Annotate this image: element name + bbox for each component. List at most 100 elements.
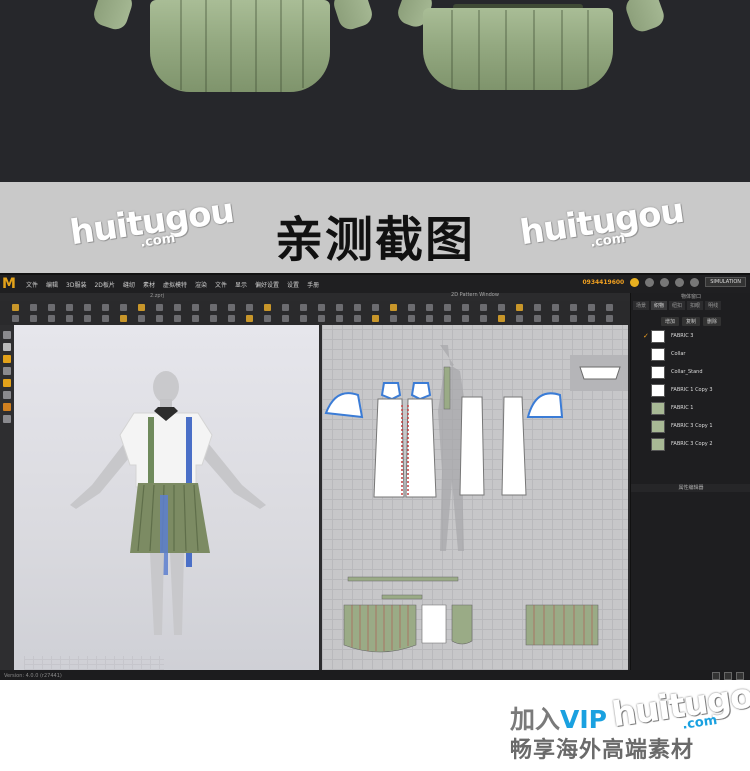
toolbar-tool-icon[interactable]: [156, 315, 163, 322]
toolbar-tool-icon[interactable]: [588, 315, 595, 322]
toolbar-tool-icon[interactable]: [156, 304, 163, 311]
toolbar-tool-icon[interactable]: [606, 315, 613, 322]
tab-scene[interactable]: 场景: [633, 301, 650, 310]
menu-render[interactable]: 渲染: [195, 280, 207, 289]
fabric-list-item[interactable]: FABRIC 1: [631, 399, 750, 417]
toolbar-tool-icon[interactable]: [570, 315, 577, 322]
toolbar-tool-icon[interactable]: [354, 304, 361, 311]
toolbar-tool-icon[interactable]: [12, 304, 19, 311]
menu-materials[interactable]: 素材: [143, 280, 155, 289]
toolbar-tool-icon[interactable]: [426, 304, 433, 311]
toolbar-tool-icon[interactable]: [444, 304, 451, 311]
3d-viewport[interactable]: [14, 325, 319, 670]
toolbar-tool-icon[interactable]: [372, 315, 379, 322]
toolbar-tool-icon[interactable]: [120, 304, 127, 311]
tab-fabric[interactable]: 织物: [651, 301, 668, 310]
menu-2d-pattern[interactable]: 2D板片: [94, 280, 114, 289]
simulation-button[interactable]: SIMULATION: [705, 277, 746, 287]
toolbar-tool-icon[interactable]: [516, 315, 523, 322]
menu-avatar[interactable]: 虚拟模特: [163, 280, 187, 289]
menu-settings[interactable]: 设置: [287, 280, 299, 289]
menu-file[interactable]: 文件: [26, 280, 38, 289]
tool-icon-8[interactable]: [3, 415, 11, 423]
toolbar-tool-icon[interactable]: [390, 304, 397, 311]
fabric-list-item[interactable]: FABRIC 3 Copy 1: [631, 417, 750, 435]
toolbar-tool-icon[interactable]: [102, 304, 109, 311]
tab-button[interactable]: 纽扣: [669, 301, 686, 310]
gear-icon[interactable]: [690, 277, 700, 287]
tool-icon-4[interactable]: [3, 367, 11, 375]
toolbar-tool-icon[interactable]: [390, 315, 397, 322]
tool-icon-2[interactable]: [3, 343, 11, 351]
menu-preferences[interactable]: 偏好设置: [255, 280, 279, 289]
toolbar-tool-icon[interactable]: [138, 315, 145, 322]
toolbar-tool-icon[interactable]: [66, 304, 73, 311]
toolbar-tool-icon[interactable]: [462, 304, 469, 311]
delete-fabric-button[interactable]: 删除: [703, 317, 722, 326]
menu-3d-garment[interactable]: 3D服装: [66, 280, 86, 289]
add-fabric-button[interactable]: 增加: [661, 317, 680, 326]
toolbar-tool-icon[interactable]: [66, 315, 73, 322]
toolbar-tool-icon[interactable]: [12, 315, 19, 322]
toolbar-tool-icon[interactable]: [138, 304, 145, 311]
toolbar-tool-icon[interactable]: [228, 315, 235, 322]
tool-icon-3[interactable]: [3, 355, 11, 363]
toolbar-tool-icon[interactable]: [480, 304, 487, 311]
menu-edit[interactable]: 编辑: [46, 280, 58, 289]
copy-fabric-button[interactable]: 复制: [682, 317, 701, 326]
toolbar-tool-icon[interactable]: [480, 315, 487, 322]
toolbar-tool-icon[interactable]: [282, 315, 289, 322]
toolbar-tool-icon[interactable]: [246, 304, 253, 311]
toolbar-tool-icon[interactable]: [318, 315, 325, 322]
tool-icon-5[interactable]: [3, 379, 11, 387]
tool-icon-6[interactable]: [3, 391, 11, 399]
toolbar-tool-icon[interactable]: [84, 304, 91, 311]
cloud-icon[interactable]: [630, 277, 640, 287]
toolbar-tool-icon[interactable]: [300, 315, 307, 322]
toolbar-tool-icon[interactable]: [588, 304, 595, 311]
2d-pattern-window[interactable]: [322, 325, 628, 670]
fabric-list-item[interactable]: Collar_Stand: [631, 363, 750, 381]
fabric-list-item[interactable]: ✓ FABRIC 3: [631, 327, 750, 345]
toolbar-tool-icon[interactable]: [318, 304, 325, 311]
toolbar-tool-icon[interactable]: [174, 315, 181, 322]
toolbar-tool-icon[interactable]: [462, 315, 469, 322]
toolbar-tool-icon[interactable]: [30, 304, 37, 311]
toolbar-tool-icon[interactable]: [336, 315, 343, 322]
fabric-list-item[interactable]: FABRIC 1 Copy 3: [631, 381, 750, 399]
toolbar-tool-icon[interactable]: [120, 315, 127, 322]
toolbar-tool-icon[interactable]: [354, 315, 361, 322]
toolbar-tool-icon[interactable]: [246, 315, 253, 322]
tab-topstitch[interactable]: 明线: [705, 301, 722, 310]
toolbar-tool-icon[interactable]: [444, 315, 451, 322]
toolbar-tool-icon[interactable]: [336, 304, 343, 311]
toolbar-tool-icon[interactable]: [498, 315, 505, 322]
layout-button-1[interactable]: [712, 672, 720, 680]
toolbar-tool-icon[interactable]: [534, 315, 541, 322]
fabric-list-item[interactable]: Collar: [631, 345, 750, 363]
toolbar-tool-icon[interactable]: [552, 304, 559, 311]
toolbar-tool-icon[interactable]: [372, 304, 379, 311]
toolbar-tool-icon[interactable]: [552, 315, 559, 322]
toolbar-tool-icon[interactable]: [300, 304, 307, 311]
toolbar-tool-icon[interactable]: [102, 315, 109, 322]
toolbar-tool-icon[interactable]: [426, 315, 433, 322]
toolbar-tool-icon[interactable]: [282, 304, 289, 311]
toolbar-tool-icon[interactable]: [30, 315, 37, 322]
toolbar-tool-icon[interactable]: [534, 304, 541, 311]
toolbar-tool-icon[interactable]: [192, 304, 199, 311]
tool-icon-7[interactable]: [3, 403, 11, 411]
toolbar-tool-icon[interactable]: [606, 304, 613, 311]
toolbar-tool-icon[interactable]: [228, 304, 235, 311]
user-icon[interactable]: [675, 277, 685, 287]
toolbar-tool-icon[interactable]: [264, 315, 271, 322]
menu-file-2[interactable]: 文件: [215, 280, 227, 289]
toolbar-tool-icon[interactable]: [84, 315, 91, 322]
toolbar-tool-icon[interactable]: [210, 315, 217, 322]
tab-3d-file[interactable]: 2.zprj: [150, 293, 164, 301]
toolbar-tool-icon[interactable]: [408, 304, 415, 311]
tab-2d-pattern-window[interactable]: 2D Pattern Window: [322, 292, 628, 298]
toolbar-tool-icon[interactable]: [408, 315, 415, 322]
tool-icon-1[interactable]: [3, 331, 11, 339]
help-icon[interactable]: [660, 277, 670, 287]
